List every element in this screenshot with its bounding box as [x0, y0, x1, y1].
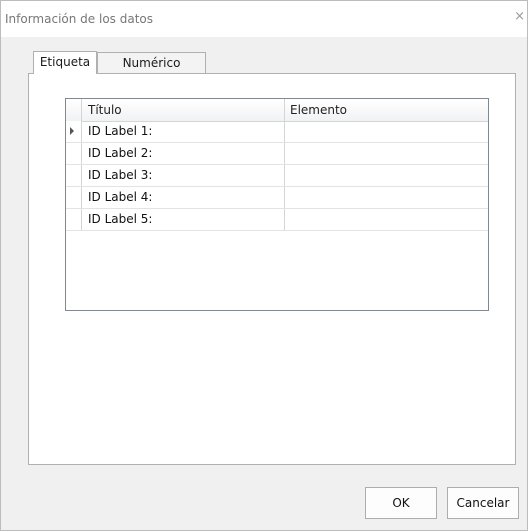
table-row[interactable]: ID Label 5: — [66, 209, 488, 231]
cancel-button[interactable]: Cancelar — [447, 487, 519, 519]
table-row[interactable]: ID Label 1: — [66, 121, 488, 143]
row-header[interactable] — [66, 165, 82, 186]
current-row-arrow-icon — [70, 127, 74, 135]
table-row[interactable]: ID Label 2: — [66, 143, 488, 165]
cell-elemento[interactable] — [286, 187, 488, 208]
cell-titulo[interactable]: ID Label 2: — [82, 143, 285, 164]
dialog-window: Información de los datos × Etiqueta Numé… — [0, 0, 528, 531]
grid-header: Título Elemento — [66, 99, 488, 122]
tab-etiqueta[interactable]: Etiqueta — [33, 51, 97, 74]
cell-elemento[interactable] — [286, 143, 488, 164]
cell-titulo[interactable]: ID Label 3: — [82, 165, 285, 186]
tab-panel-etiqueta: Título Elemento ID Label 1: ID Label 2: … — [28, 73, 516, 465]
row-header[interactable] — [66, 121, 82, 142]
cell-titulo[interactable]: ID Label 1: — [82, 121, 285, 142]
table-row[interactable]: ID Label 4: — [66, 187, 488, 209]
row-header[interactable] — [66, 143, 82, 164]
row-header[interactable] — [66, 187, 82, 208]
cell-elemento[interactable] — [286, 165, 488, 186]
window-title: Información de los datos — [5, 12, 153, 26]
tab-numerico[interactable]: Numérico — [97, 52, 206, 73]
column-header-titulo[interactable]: Título — [82, 99, 285, 121]
cell-titulo[interactable]: ID Label 4: — [82, 187, 285, 208]
ok-button[interactable]: OK — [365, 487, 437, 519]
close-icon[interactable]: × — [514, 10, 525, 24]
row-header-corner — [66, 99, 82, 121]
row-header[interactable] — [66, 209, 82, 230]
column-header-elemento[interactable]: Elemento — [286, 99, 488, 121]
title-bar: Información de los datos × — [1, 1, 527, 37]
data-grid[interactable]: Título Elemento ID Label 1: ID Label 2: … — [65, 98, 489, 311]
cell-elemento[interactable] — [286, 121, 488, 142]
cell-elemento[interactable] — [286, 209, 488, 230]
cell-titulo[interactable]: ID Label 5: — [82, 209, 285, 230]
table-row[interactable]: ID Label 3: — [66, 165, 488, 187]
